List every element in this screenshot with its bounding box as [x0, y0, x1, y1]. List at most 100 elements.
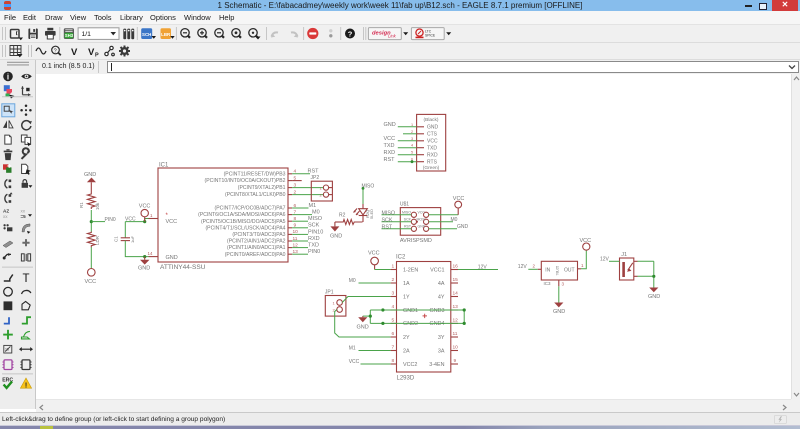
svg-text:14: 14 — [453, 291, 459, 297]
svg-text:2A: 2A — [403, 348, 410, 354]
svg-text:VCC: VCC — [384, 136, 396, 142]
svg-text:4: 4 — [411, 144, 413, 148]
svg-text:GND4: GND4 — [430, 321, 445, 327]
svg-text:SCK: SCK — [404, 218, 412, 222]
svg-text:RST: RST — [308, 169, 320, 175]
svg-text:RST: RST — [404, 225, 412, 229]
svg-text:PIN0: PIN0 — [105, 217, 116, 223]
svg-text:4Y: 4Y — [438, 294, 445, 300]
svg-text:1Y: 1Y — [403, 294, 410, 300]
svg-text:(PCINT4/T1/SCL/USCK/ADC4)PA4: (PCINT4/T1/SCL/USCK/ADC4)PA4 — [205, 225, 285, 231]
svg-text:U$1: U$1 — [400, 201, 409, 207]
svg-text:2: 2 — [533, 263, 536, 268]
svg-text:R1: R1 — [79, 202, 84, 208]
svg-text:MOSI: MOSI — [417, 218, 426, 222]
svg-text:12: 12 — [453, 317, 459, 323]
svg-text:GND: GND — [330, 233, 342, 239]
svg-text:IC1: IC1 — [159, 163, 169, 169]
svg-text:VCC: VCC — [580, 238, 592, 244]
svg-text:9: 9 — [454, 358, 457, 364]
svg-text:(PCINT6/OC1A/SDA/MOSI/ADC6)PA6: (PCINT6/OC1A/SDA/MOSI/ADC6)PA6 — [198, 212, 286, 218]
svg-text:VCC: VCC — [453, 196, 465, 202]
svg-text:GND: GND — [457, 224, 469, 230]
svg-text:1: 1 — [392, 264, 395, 270]
svg-text:GND: GND — [427, 125, 439, 131]
svg-text:1uF: 1uF — [130, 236, 135, 243]
svg-text:(PCINT0/AREF/ADC0)PA0: (PCINT0/AREF/ADC0)PA0 — [225, 252, 286, 258]
svg-text:2: 2 — [411, 130, 413, 134]
svg-text:3: 3 — [411, 137, 413, 141]
svg-text:IC2: IC2 — [396, 254, 406, 260]
svg-text:RTS: RTS — [427, 160, 438, 166]
svg-text:5LED: 5LED — [369, 209, 374, 219]
svg-text:78L05: 78L05 — [556, 266, 560, 276]
svg-text:(PCINT7/ICP/OC0B/ADC7)PA7: (PCINT7/ICP/OC0B/ADC7)PA7 — [215, 206, 286, 212]
svg-text:1: 1 — [333, 301, 336, 306]
svg-text:GND: GND — [418, 225, 426, 229]
svg-text:(PCINT8/XTAL1/CLKI)PB0: (PCINT8/XTAL1/CLKI)PB0 — [225, 192, 286, 198]
svg-text:1: 1 — [581, 263, 584, 268]
svg-text:5: 5 — [294, 175, 297, 181]
svg-text:VCC: VCC — [166, 219, 178, 225]
svg-text:GND: GND — [357, 325, 369, 331]
svg-text:L293D: L293D — [397, 376, 415, 382]
svg-text:AVRISPSMD: AVRISPSMD — [400, 238, 432, 244]
svg-text:OUT: OUT — [564, 268, 575, 274]
svg-text:M1: M1 — [349, 346, 356, 352]
svg-text:SCK: SCK — [382, 217, 393, 223]
svg-text:1: 1 — [411, 123, 413, 127]
svg-text:(PCINT2/AIN1/ADC2)PA2: (PCINT2/AIN1/ADC2)PA2 — [227, 239, 286, 245]
svg-text:(PCINT5/OC1B/MISO/DO/ADC5)PA5: (PCINT5/OC1B/MISO/DO/ADC5)PA5 — [201, 219, 286, 225]
svg-text:1: 1 — [150, 213, 153, 218]
svg-text:CTS: CTS — [427, 132, 438, 138]
svg-text:MISO: MISO — [402, 211, 411, 215]
svg-text:GND: GND — [648, 294, 660, 300]
svg-text:RST: RST — [384, 157, 396, 163]
svg-text:M0: M0 — [451, 217, 458, 223]
svg-text:(Green): (Green) — [423, 165, 440, 171]
svg-text:LDR: LDR — [95, 235, 100, 245]
svg-text:M0: M0 — [312, 210, 320, 216]
svg-text:11: 11 — [453, 331, 458, 337]
svg-text:(PCINT1/AIN0/ADC1)PA1: (PCINT1/AIN0/ADC1)PA1 — [227, 245, 286, 251]
svg-text:12V: 12V — [518, 264, 528, 270]
svg-text:GND: GND — [138, 265, 150, 271]
svg-text:RXD: RXD — [308, 236, 320, 242]
svg-text:(PCINT10/INT0/OC0A/CKOUT)PB2: (PCINT10/INT0/OC0A/CKOUT)PB2 — [205, 178, 286, 184]
svg-text:1-2EN: 1-2EN — [403, 267, 418, 273]
svg-text:RST: RST — [382, 224, 393, 230]
svg-text:3: 3 — [562, 281, 565, 286]
svg-text:3: 3 — [392, 291, 395, 297]
svg-text:JP1: JP1 — [325, 290, 334, 296]
svg-text:6: 6 — [392, 331, 395, 337]
svg-text:GND1: GND1 — [403, 308, 418, 314]
svg-text:IC3: IC3 — [544, 281, 552, 286]
svg-text:M0: M0 — [349, 278, 356, 284]
svg-text:8: 8 — [392, 358, 395, 364]
svg-text:12V: 12V — [478, 265, 488, 271]
svg-text:7: 7 — [392, 345, 395, 351]
svg-text:PIN10: PIN10 — [308, 229, 323, 235]
svg-text:10k: 10k — [95, 202, 100, 210]
svg-text:(PCINT3/T0/ADC3)PA3: (PCINT3/T0/ADC3)PA3 — [232, 232, 285, 238]
svg-text:VCC: VCC — [349, 359, 360, 365]
svg-text:5: 5 — [411, 151, 413, 155]
svg-text:RXD: RXD — [427, 153, 438, 159]
svg-text:14: 14 — [148, 251, 154, 256]
svg-text:IN: IN — [545, 268, 550, 274]
svg-text:SCK: SCK — [308, 223, 320, 229]
svg-text:C1: C1 — [114, 236, 119, 242]
svg-text:1A: 1A — [403, 281, 410, 287]
svg-text:JP2: JP2 — [311, 175, 320, 181]
svg-text:GND3: GND3 — [430, 308, 445, 314]
svg-text:4: 4 — [392, 304, 395, 310]
svg-text:GND: GND — [84, 172, 96, 178]
svg-text:VCC: VCC — [418, 211, 426, 215]
svg-text:GND: GND — [384, 122, 396, 128]
svg-text:5: 5 — [392, 317, 395, 323]
svg-text:4A: 4A — [438, 281, 445, 287]
svg-text:GND: GND — [553, 309, 565, 315]
svg-text:TXD: TXD — [308, 243, 319, 249]
svg-text:MISO: MISO — [308, 216, 323, 222]
svg-text:(Black): (Black) — [424, 117, 439, 123]
